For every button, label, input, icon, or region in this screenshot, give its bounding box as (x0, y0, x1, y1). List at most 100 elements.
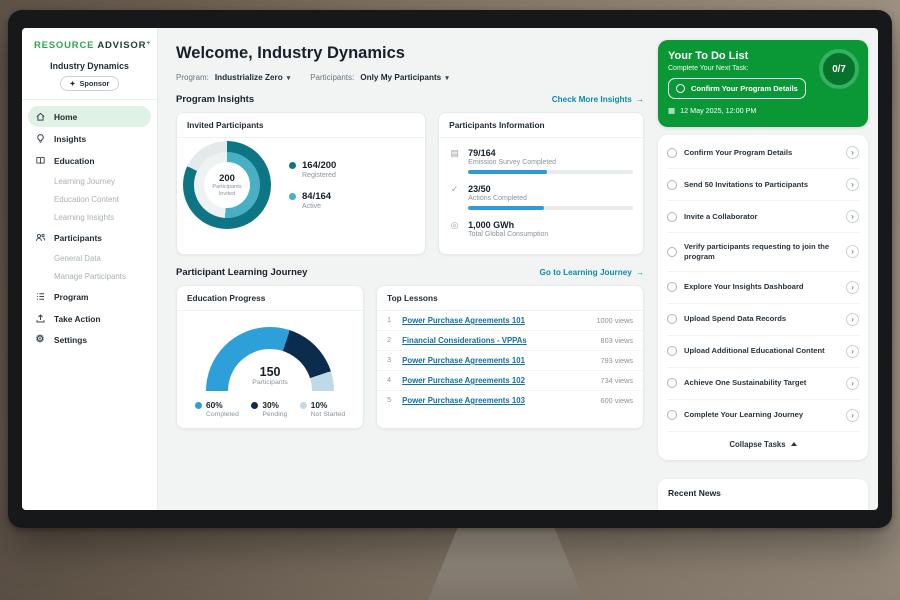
donut-center-label: Participants Invited (209, 184, 245, 198)
sidebar-item-insights[interactable]: Insights (28, 128, 151, 149)
participants-filter-label: Participants: (310, 73, 354, 82)
due-date-label: 12 May 2025, 12:00 PM (680, 106, 756, 115)
sidebar-item-program[interactable]: Program (28, 286, 151, 307)
location-pin-icon: ◎ (449, 220, 460, 242)
checkbox-icon[interactable] (667, 212, 677, 222)
legend-value: 84/164 (302, 191, 331, 202)
lesson-link[interactable]: Power Purchase Agreements 101 (402, 316, 589, 325)
next-task-pill[interactable]: Confirm Your Program Details (668, 78, 806, 99)
lesson-views: 600 views (601, 396, 633, 405)
participants-select[interactable]: Only My Participants ▾ (360, 73, 449, 82)
sidebar-item-label: Settings (54, 335, 87, 345)
go-to-learning-journey-link[interactable]: Go to Learning Journey → (539, 268, 644, 277)
info-row: ▤ 79/164 Emission Survey Completed (449, 148, 633, 174)
checkbox-icon[interactable] (667, 282, 677, 292)
checkbox-icon[interactable] (667, 410, 677, 420)
task-row[interactable]: Upload Spend Data Records › (667, 304, 859, 336)
legend-item: 164/200 Registered (289, 160, 336, 179)
task-row[interactable]: Verify participants requesting to join t… (667, 233, 859, 272)
task-label: Verify participants requesting to join t… (684, 242, 839, 262)
donut-outer-ring: 200 Participants Invited (183, 141, 271, 229)
sidebar-item-learning-journey[interactable]: Learning Journey (28, 172, 151, 190)
task-row[interactable]: Send 50 Invitations to Participants › (667, 169, 859, 201)
logo-advisor: ADVISOR (97, 40, 146, 51)
checkbox-icon[interactable] (667, 346, 677, 356)
progress-bar (468, 206, 633, 210)
task-row[interactable]: Invite a Collaborator › (667, 201, 859, 233)
lesson-link[interactable]: Financial Considerations - VPPAs (402, 336, 593, 345)
legend-label: Active (302, 203, 331, 210)
chevron-right-icon[interactable]: › (846, 245, 859, 258)
legend-label: Not Started (311, 411, 345, 418)
sidebar-item-take-action[interactable]: Take Action (28, 308, 151, 329)
education-progress-card: Education Progress 150 Participants 60% (176, 285, 364, 429)
checkbox-icon (676, 84, 685, 93)
sidebar-item-learning-insights[interactable]: Learning Insights (28, 208, 151, 226)
chevron-right-icon[interactable]: › (846, 345, 859, 358)
lesson-link[interactable]: Power Purchase Agreements 102 (402, 376, 593, 385)
lesson-rank: 3 (387, 357, 395, 364)
chevron-right-icon[interactable]: › (846, 313, 859, 326)
main-content: Welcome, Industry Dynamics Program: Indu… (158, 28, 656, 510)
checkbox-icon[interactable] (667, 247, 677, 257)
sidebar-item-manage-participants[interactable]: Manage Participants (28, 267, 151, 285)
dashboard-screen: RESOURCE ADVISOR+ Industry Dynamics ✦ Sp… (22, 28, 878, 510)
card-title: Top Lessons (377, 286, 643, 311)
task-row[interactable]: Achieve One Sustainability Target › (667, 368, 859, 400)
sidebar-item-settings[interactable]: ⚙ Settings (28, 330, 151, 350)
legend-item: 10% Not Started (300, 400, 345, 418)
chevron-right-icon[interactable]: › (846, 178, 859, 191)
home-icon (34, 111, 46, 122)
sidebar-item-label: Insights (54, 134, 86, 144)
info-value: 23/50 (468, 184, 633, 194)
sidebar-item-general-data[interactable]: General Data (28, 249, 151, 267)
checkbox-icon[interactable] (667, 148, 677, 158)
info-value: 1,000 GWh (468, 220, 633, 230)
collapse-tasks-button[interactable]: Collapse Tasks (667, 432, 859, 458)
task-row[interactable]: Upload Additional Educational Content › (667, 336, 859, 368)
chevron-right-icon[interactable]: › (846, 146, 859, 159)
participants-information-card: Participants Information ▤ 79/164 Emissi… (438, 112, 644, 255)
legend-dot (300, 402, 307, 409)
due-date: ▦ 12 May 2025, 12:00 PM (668, 106, 858, 115)
sidebar-item-education-content[interactable]: Education Content (28, 190, 151, 208)
sidebar-item-home[interactable]: Home (28, 106, 151, 127)
lesson-link[interactable]: Power Purchase Agreements 101 (402, 356, 593, 365)
lesson-rank: 1 (387, 317, 395, 324)
top-lessons-card: Top Lessons 1 Power Purchase Agreements … (376, 285, 644, 429)
link-label: Check More Insights (552, 95, 632, 104)
lesson-link[interactable]: Power Purchase Agreements 103 (402, 396, 593, 405)
progress-bar-fill (468, 206, 544, 210)
legend-item: 60% Completed (195, 400, 239, 418)
legend-label: Pending (262, 411, 287, 418)
task-list-card: Confirm Your Program Details › Send 50 I… (658, 135, 868, 460)
invited-participants-card: Invited Participants 200 Participants In… (176, 112, 426, 255)
sponsor-label: Sponsor (79, 79, 109, 88)
sidebar-item-participants[interactable]: Participants (28, 227, 151, 248)
task-row[interactable]: Complete Your Learning Journey › (667, 400, 859, 432)
task-row[interactable]: Confirm Your Program Details › (667, 137, 859, 169)
chevron-right-icon[interactable]: › (846, 409, 859, 422)
lesson-row: 4 Power Purchase Agreements 102 734 view… (377, 371, 643, 391)
monitor-bezel: RESOURCE ADVISOR+ Industry Dynamics ✦ Sp… (8, 10, 892, 528)
program-select[interactable]: Industrialize Zero ▾ (215, 73, 290, 82)
donut-center-value: 200 (219, 173, 235, 184)
chevron-right-icon[interactable]: › (846, 377, 859, 390)
task-label: Send 50 Invitations to Participants (684, 180, 839, 190)
chevron-right-icon[interactable]: › (846, 281, 859, 294)
checkbox-icon[interactable] (667, 378, 677, 388)
sidebar-item-education[interactable]: Education (28, 150, 151, 171)
sidebar-item-label: Home (54, 112, 77, 122)
checkbox-icon[interactable] (667, 314, 677, 324)
task-row[interactable]: Explore Your Insights Dashboard › (667, 272, 859, 304)
learning-journey-cards: Education Progress 150 Participants 60% (176, 285, 644, 429)
legend-dot (251, 402, 258, 409)
chevron-right-icon[interactable]: › (846, 210, 859, 223)
card-title: Participants Information (439, 113, 643, 138)
check-more-insights-link[interactable]: Check More Insights → (552, 95, 644, 104)
lesson-views: 793 views (601, 356, 633, 365)
legend-value: 10% (311, 400, 328, 410)
sponsor-icon: ✦ (70, 80, 76, 88)
info-row: ✓ 23/50 Actions Completed (449, 184, 633, 210)
checkbox-icon[interactable] (667, 180, 677, 190)
